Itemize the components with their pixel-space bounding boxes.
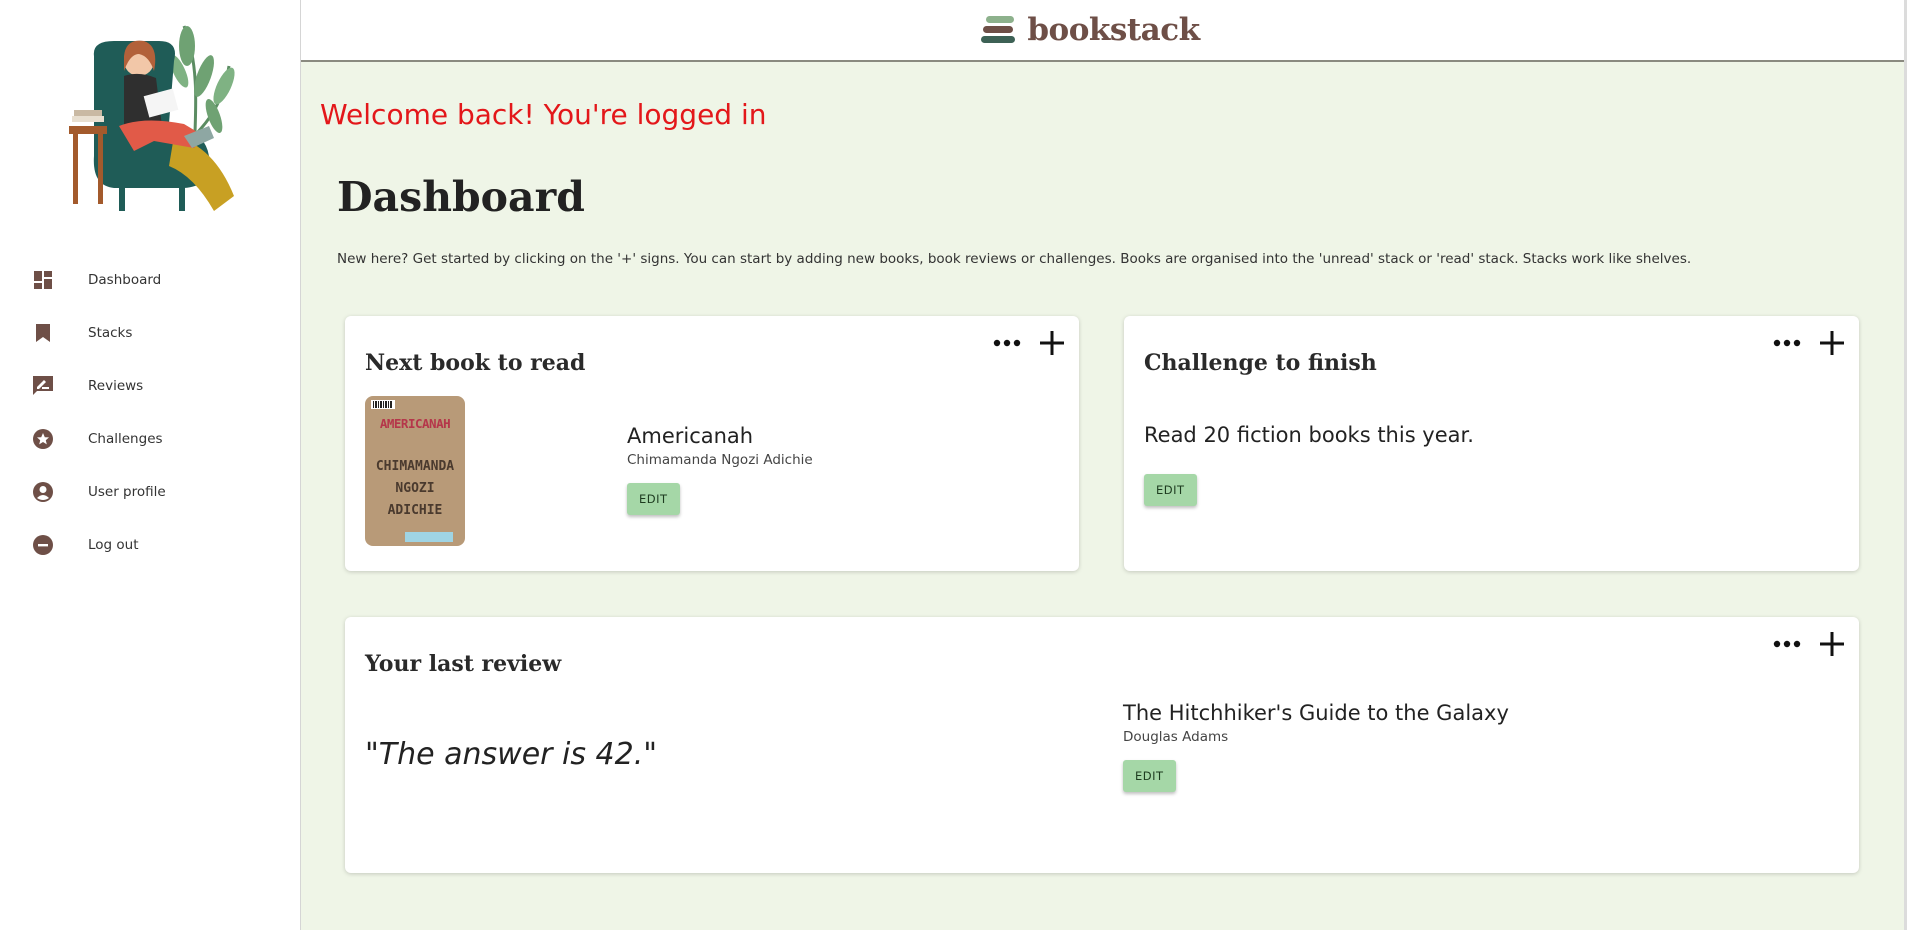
reading-woman-illustration xyxy=(69,25,235,211)
last-review-card: Your last review "The answer is 42." The… xyxy=(345,617,1859,873)
edit-button[interactable]: EDIT xyxy=(627,483,680,515)
sidebar-item-stacks[interactable]: Stacks xyxy=(0,306,300,359)
app-logo[interactable]: bookstack xyxy=(981,12,1200,48)
barcode-icon xyxy=(371,400,395,409)
sidebar-item-log-out[interactable]: Log out xyxy=(0,518,300,571)
card-actions xyxy=(993,330,1065,356)
card-title: Next book to read xyxy=(365,350,586,376)
more-options-icon[interactable] xyxy=(993,339,1021,347)
book-title: Americanah xyxy=(627,424,754,448)
challenge-text: Read 20 fiction books this year. xyxy=(1144,423,1474,447)
sidebar-item-label: Dashboard xyxy=(88,271,162,288)
edit-button[interactable]: EDIT xyxy=(1123,760,1176,792)
sidebar-item-label: User profile xyxy=(88,483,166,500)
dashboard-icon xyxy=(31,268,55,292)
card-actions xyxy=(1773,330,1845,356)
app-name: bookstack xyxy=(1027,12,1200,48)
book-author: Chimamanda Ngozi Adichie xyxy=(627,452,813,468)
sidebar-item-reviews[interactable]: Reviews xyxy=(0,359,300,412)
card-title: Your last review xyxy=(365,651,562,677)
account-circle-icon xyxy=(31,480,55,504)
cover-title: AMERICANAH xyxy=(379,416,451,431)
review-quote: "The answer is 42." xyxy=(365,737,658,772)
sidebar: Dashboard Stacks Reviews Challenges User… xyxy=(0,0,301,930)
book-stack-icon xyxy=(981,16,1016,43)
rate-review-icon xyxy=(31,374,55,398)
sidebar-item-label: Stacks xyxy=(88,324,133,341)
add-icon[interactable] xyxy=(1819,631,1845,657)
cover-author: CHIMAMANDA NGOZI ADICHIE xyxy=(375,459,455,518)
sidebar-item-challenges[interactable]: Challenges xyxy=(0,412,300,465)
do-not-disturb-icon xyxy=(31,533,55,557)
stars-icon xyxy=(31,427,55,451)
sidebar-item-user-profile[interactable]: User profile xyxy=(0,465,300,518)
add-icon[interactable] xyxy=(1039,330,1065,356)
review-book-info: The Hitchhiker's Guide to the Galaxy Dou… xyxy=(1123,701,1509,792)
sidebar-item-label: Log out xyxy=(88,536,139,553)
add-icon[interactable] xyxy=(1819,330,1845,356)
bookmark-icon xyxy=(31,321,55,345)
top-header: bookstack xyxy=(301,0,1904,62)
book-info: Americanah Chimamanda Ngozi Adichie EDIT xyxy=(627,424,813,515)
card-actions xyxy=(1773,631,1845,657)
sidebar-item-dashboard[interactable]: Dashboard xyxy=(0,253,300,306)
more-options-icon[interactable] xyxy=(1773,339,1801,347)
card-title: Challenge to finish xyxy=(1144,350,1377,376)
welcome-message: Welcome back! You're logged in xyxy=(320,98,767,131)
sidebar-nav: Dashboard Stacks Reviews Challenges User… xyxy=(0,253,300,571)
page-title: Dashboard xyxy=(337,173,585,221)
sidebar-item-label: Challenges xyxy=(88,430,163,447)
more-options-icon[interactable] xyxy=(1773,640,1801,648)
book-cover-image: AMERICANAH CHIMAMANDA NGOZI ADICHIE xyxy=(365,396,465,546)
book-title: The Hitchhiker's Guide to the Galaxy xyxy=(1123,701,1509,725)
intro-text: New here? Get started by clicking on the… xyxy=(337,251,1692,267)
sidebar-item-label: Reviews xyxy=(88,377,144,394)
next-book-card: Next book to read AMERICANAH CHIMAMANDA … xyxy=(345,316,1079,571)
book-author: Douglas Adams xyxy=(1123,729,1229,745)
challenge-card: Challenge to finish Read 20 fiction book… xyxy=(1124,316,1859,571)
edit-button[interactable]: EDIT xyxy=(1144,474,1197,506)
